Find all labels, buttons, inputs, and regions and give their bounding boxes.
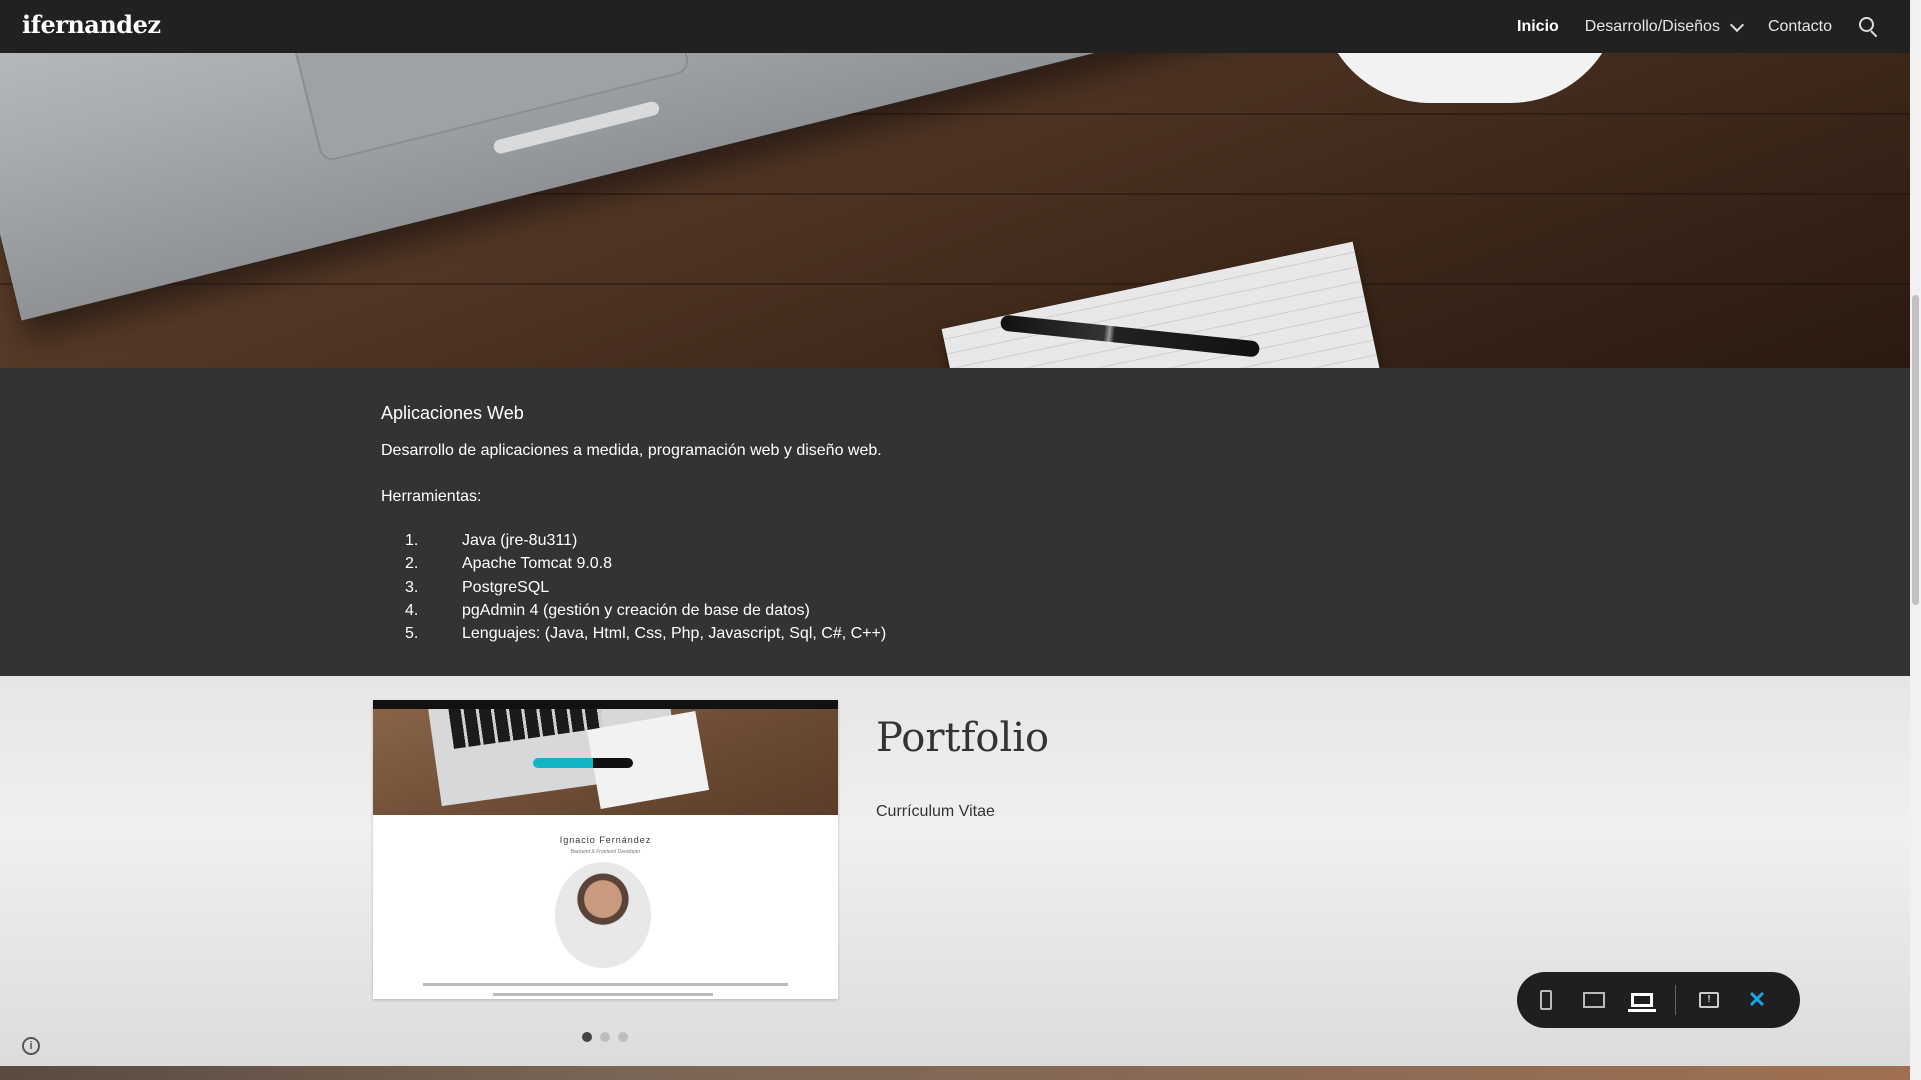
preview-toolbar: ! ✕ (1517, 972, 1800, 1028)
list-item: 2. Apache Tomcat 9.0.8 (405, 555, 613, 573)
main-nav: Inicio Desarrollo/Diseños Contacto (1517, 0, 1880, 53)
avatar (555, 862, 651, 968)
portfolio-title: Portfolio (876, 715, 1050, 761)
nav-label: Desarrollo/Diseños (1584, 17, 1720, 35)
section-title: Aplicaciones Web (381, 403, 524, 423)
laptop-view-button[interactable] (1627, 985, 1657, 1015)
tools-list: 1. Java (jre-8u311) 2. Apache Tomcat 9.0.8… (381, 529, 886, 645)
scrollbar[interactable] (1910, 0, 1921, 1080)
nav-label: Inicio (1517, 17, 1559, 35)
chevron-down-icon[interactable] (1729, 17, 1745, 32)
section-description: Desarrollo de aplicaciones a medida, pro… (381, 442, 882, 459)
footer-image-strip (0, 1066, 1910, 1080)
carousel-dots (582, 1032, 628, 1042)
list-item: 5. Lenguajes: (Java, Html, Css, Php, Java… (405, 625, 887, 643)
notepad-shape (941, 241, 1399, 368)
coffee-cup-shape (1320, 53, 1620, 103)
nav-item-contacto[interactable]: Contacto (1768, 18, 1832, 36)
preview-subtitle: Backend & Frontend Developer (570, 849, 641, 855)
site-logo[interactable]: ifernandez (22, 10, 161, 39)
site-header: ifernandez Inicio Desarrollo/Diseños Con… (0, 0, 1910, 53)
preview-name: Ignacio Fernández (559, 835, 652, 845)
laptop-icon (1628, 993, 1656, 1012)
list-item: 1. Java (jre-8u311) (405, 532, 578, 549)
phone-icon (1540, 990, 1552, 1010)
portfolio-subtitle[interactable]: Currículum Vitae (876, 803, 995, 821)
nav-item-desarrollo[interactable]: Desarrollo/Diseños (1584, 17, 1745, 36)
tools-label: Herramientas: (381, 488, 482, 505)
tablet-view-button[interactable] (1579, 985, 1609, 1015)
page: ifernandez Inicio Desarrollo/Diseños Con… (0, 0, 1910, 1080)
close-preview-button[interactable]: ✕ (1742, 985, 1772, 1015)
web-apps-section: Aplicaciones Web Desarrollo de aplicacio… (0, 368, 1910, 676)
hero-image (0, 53, 1910, 368)
nav-item-inicio[interactable]: Inicio (1517, 18, 1559, 36)
feedback-button[interactable]: ! (1694, 985, 1724, 1015)
carousel-dot[interactable] (618, 1032, 628, 1042)
nav-label: Contacto (1767, 17, 1832, 35)
portfolio-preview-image[interactable]: Ignacio Fernández Backend & Frontend Dev… (373, 700, 838, 999)
search-icon[interactable] (1858, 16, 1880, 38)
toolbar-divider (1675, 985, 1676, 1015)
feedback-icon: ! (1699, 992, 1719, 1008)
info-icon[interactable]: i (22, 1037, 40, 1055)
carousel-dot[interactable] (600, 1032, 610, 1042)
carousel-dot[interactable] (582, 1032, 592, 1042)
list-item: 3. PostgreSQL (405, 578, 550, 596)
scrollbar-thumb[interactable] (1912, 295, 1919, 605)
phone-view-button[interactable] (1531, 985, 1561, 1015)
list-item: 4. pgAdmin 4 (gestión y creación de base … (405, 601, 810, 619)
tablet-icon (1583, 992, 1605, 1008)
close-icon: ✕ (1747, 987, 1767, 1012)
